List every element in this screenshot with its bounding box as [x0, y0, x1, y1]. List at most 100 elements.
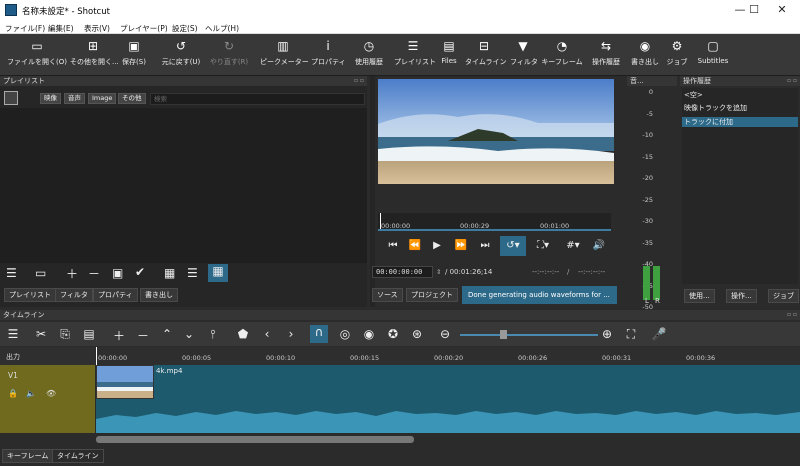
filters-button[interactable]: ▼ フィルタ — [510, 36, 538, 74]
playlist-search-input[interactable]: 検索 — [150, 93, 365, 105]
marker-icon[interactable]: ⬟ — [234, 327, 252, 341]
update-icon[interactable]: ▣ — [112, 266, 123, 280]
history-item[interactable]: <空> — [682, 90, 798, 100]
list-view-icon[interactable]: ☰ — [187, 266, 198, 280]
panel-close-icon[interactable]: ▫ ▫ — [787, 76, 797, 86]
jobs-tab[interactable]: ジョブ — [768, 289, 799, 303]
filters-tab-button[interactable]: フィルタ — [55, 288, 93, 302]
zoom-slider-handle[interactable] — [500, 330, 507, 339]
menu-file[interactable]: ファイル(F) — [5, 23, 45, 34]
zoom-icon[interactable]: ⛶▾ — [532, 236, 554, 256]
copy-icon[interactable]: ⎘ — [56, 327, 74, 342]
timeline-menu-icon[interactable]: ☰ — [4, 327, 22, 341]
grid-icon[interactable]: #▾ — [560, 236, 586, 256]
close-button[interactable]: ✕ — [768, 2, 796, 18]
playlist-menu-icon-2[interactable]: ☰ — [6, 266, 17, 280]
lift-icon[interactable]: ⌃ — [158, 327, 176, 341]
playlist-open-icon[interactable]: ▭ — [35, 266, 46, 280]
paste-icon[interactable]: ▤ — [80, 327, 98, 341]
ripple-icon[interactable]: ◉ — [360, 327, 378, 341]
ripple-all-icon[interactable]: ✪ — [384, 327, 402, 341]
subtitles-button[interactable]: ▢ Subtitles — [694, 36, 732, 74]
fast-forward-icon[interactable]: ⏩ — [452, 236, 470, 256]
undo-button[interactable]: ↺ 元に戻す(U) — [158, 36, 204, 74]
timeline-scrollbar[interactable] — [96, 436, 414, 443]
redo-button[interactable]: ↻ やり直す(R) — [206, 36, 252, 74]
tab-video[interactable]: 映像 — [40, 93, 61, 104]
menu-settings[interactable]: 設定(S) — [172, 23, 198, 34]
mute-icon[interactable]: 🔈 — [26, 389, 36, 398]
playlist-button[interactable]: ☰ プレイリスト — [394, 36, 436, 74]
prev-marker-icon[interactable]: ‹ — [258, 327, 276, 341]
history-item[interactable]: 映像トラックを追加 — [682, 103, 798, 113]
peak-meter-button[interactable]: ▥ ピークメーター — [260, 36, 309, 74]
properties-tab-button[interactable]: プロパティ — [93, 288, 138, 302]
snap-icon[interactable]: ∩ — [310, 325, 328, 343]
zoom-in-icon[interactable]: ⊕ — [598, 327, 616, 341]
history-item-selected[interactable]: トラックに付加 — [682, 117, 798, 127]
lock-icon[interactable]: 🔒 — [8, 389, 18, 398]
files-button[interactable]: ▤ Files — [437, 36, 461, 74]
keyframes-button[interactable]: ◔ キーフレーム — [541, 36, 583, 74]
properties-button[interactable]: i プロパティ — [311, 36, 346, 74]
open-file-button[interactable]: ▭ ファイルを開く(O) — [4, 36, 70, 74]
timeline-tab[interactable]: タイムライン — [52, 449, 104, 463]
skip-start-icon[interactable]: ⏮ — [384, 236, 402, 256]
detail-view-icon[interactable]: ▦ — [164, 266, 175, 280]
skip-end-icon[interactable]: ⏭ — [476, 236, 494, 256]
recent-button[interactable]: ◷ 使用履歴 — [351, 36, 387, 74]
add-icon[interactable]: ＋ — [66, 265, 78, 282]
tab-other[interactable]: その他 — [118, 93, 146, 104]
tab-audio[interactable]: 音声 — [64, 93, 85, 104]
zoom-slider[interactable] — [460, 334, 598, 336]
menu-player[interactable]: プレイヤー(P) — [120, 23, 168, 34]
menu-view[interactable]: 表示(V) — [84, 23, 110, 34]
track-v1[interactable]: 4k.mp4 — [96, 365, 800, 433]
check-icon[interactable]: ✔ — [135, 265, 145, 279]
zoom-out-icon[interactable]: ⊖ — [436, 327, 454, 341]
viewer-ruler[interactable]: 00:00:00 00:00:29 00:01:00 — [378, 213, 611, 231]
jobs-button[interactable]: ⚙ ジョブ — [666, 36, 688, 74]
cut-icon[interactable]: ✂ — [32, 327, 50, 341]
scrub-icon[interactable]: ◎ — [336, 327, 354, 341]
volume-icon[interactable]: 🔊 — [590, 236, 608, 256]
remove-icon[interactable]: － — [88, 265, 100, 282]
clip-name: 4k.mp4 — [156, 367, 183, 375]
timecode-field[interactable]: 00:00:00:00 — [372, 266, 433, 278]
keyframes-tab[interactable]: キーフレーム — [2, 449, 54, 463]
menu-help[interactable]: ヘルプ(H) — [205, 23, 239, 34]
history-button[interactable]: ⇆ 操作履歴 — [588, 36, 624, 74]
timecode-spin-icon[interactable]: ⇕ — [436, 268, 441, 276]
zoom-fit-icon[interactable]: ⛶ — [622, 327, 640, 342]
timeline-button[interactable]: ⊟ タイムライン — [465, 36, 507, 74]
export-tab-button[interactable]: 書き出し — [140, 288, 178, 302]
timeline-ruler[interactable]: 00:00:00 00:00:05 00:00:10 00:00:15 00:00:20… — [96, 347, 800, 365]
recent-tab[interactable]: 使用... — [684, 289, 715, 303]
next-marker-icon[interactable]: › — [282, 327, 300, 341]
panel-close-icon[interactable]: ▫ ▫ — [354, 76, 364, 86]
append-icon[interactable]: ＋ — [110, 327, 128, 344]
playlist-tab-button[interactable]: プレイリスト — [4, 288, 56, 302]
ripple-markers-icon[interactable]: ⊛ — [408, 327, 426, 341]
playlist-list[interactable] — [0, 108, 367, 263]
ripple-delete-icon[interactable]: － — [134, 327, 152, 344]
play-icon[interactable]: ▶ — [428, 236, 446, 256]
playlist-menu-icon[interactable] — [4, 91, 18, 105]
tab-image[interactable]: Image — [88, 93, 117, 104]
menu-edit[interactable]: 編集(E) — [48, 23, 74, 34]
open-other-button[interactable]: ⊞ その他を開く... — [70, 36, 119, 74]
eye-icon[interactable]: 👁 — [46, 389, 56, 398]
export-button[interactable]: ◉ 書き出し — [630, 36, 660, 74]
loop-icon[interactable]: ↺▾ — [500, 236, 526, 256]
history-tab[interactable]: 操作... — [726, 289, 757, 303]
maximize-button[interactable]: ☐ — [740, 2, 768, 18]
overwrite-icon[interactable]: ⌄ — [180, 327, 198, 341]
rewind-icon[interactable]: ⏪ — [406, 236, 424, 256]
record-audio-icon[interactable]: 🎤 — [650, 327, 668, 341]
project-tab[interactable]: プロジェクト — [406, 288, 458, 302]
split-icon[interactable]: ⫯ — [204, 327, 222, 342]
save-button[interactable]: ▣ 保存(S) — [118, 36, 150, 74]
panel-close-icon[interactable]: ▫ ▫ — [787, 310, 797, 320]
grid-view-icon[interactable]: ▦ — [208, 264, 228, 282]
source-tab[interactable]: ソース — [372, 288, 403, 302]
